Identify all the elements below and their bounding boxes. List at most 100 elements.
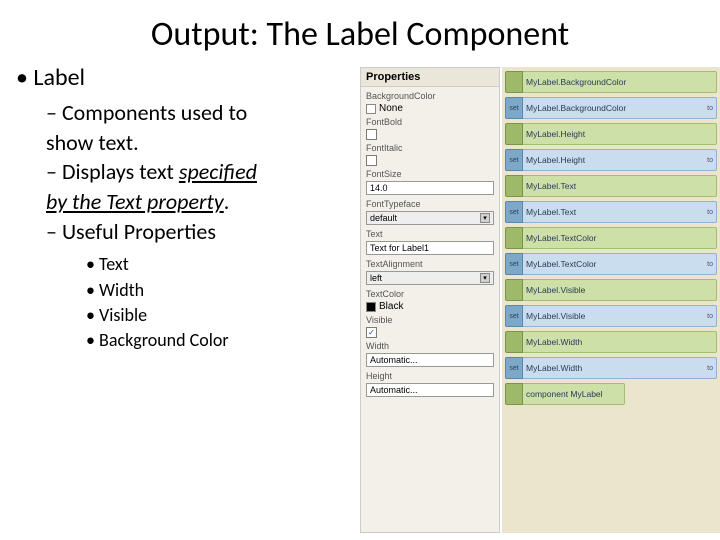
sub-line: Displays text specified <box>46 157 352 187</box>
text-column: Label Components used to show text. Disp… <box>0 63 360 533</box>
emphasis: specified <box>179 158 257 185</box>
setter-block[interactable]: setMyLabel.Textto <box>505 201 717 223</box>
getter-block[interactable]: MyLabel.Text <box>505 175 717 197</box>
puzzle-tab-icon <box>505 227 523 249</box>
typeface-select[interactable]: default▾ <box>366 211 494 225</box>
to-label: to <box>707 105 713 112</box>
dash-icon <box>46 158 62 185</box>
block-label: MyLabel.Visible <box>526 311 585 321</box>
getter-block[interactable]: MyLabel.TextColor <box>505 227 717 249</box>
bullet-label: Label <box>16 63 352 92</box>
block-body: MyLabel.BackgroundColor <box>523 71 717 93</box>
content-row: Label Components used to show text. Disp… <box>0 63 720 533</box>
block-body: MyLabel.BackgroundColor to <box>523 97 717 119</box>
text: . <box>224 188 230 215</box>
text: Displays text <box>62 158 179 185</box>
alignment-select[interactable]: left ▾ <box>366 271 494 285</box>
textcolor-value[interactable]: Black <box>366 301 494 312</box>
text: Components used to <box>62 99 247 126</box>
sub-bullets: Components used to show text. Displays t… <box>16 98 352 246</box>
swatch-icon <box>366 302 376 312</box>
block-label: component MyLabel <box>526 389 603 399</box>
sub-line: Useful Properties <box>46 217 352 247</box>
block-body: MyLabel.Visible to <box>523 305 717 327</box>
blocks-panel: MyLabel.BackgroundColorsetMyLabel.Backgr… <box>502 67 720 533</box>
getter-block[interactable]: MyLabel.BackgroundColor <box>505 71 717 93</box>
block-body: MyLabel.Width <box>523 331 717 353</box>
slide-title: Output: The Label Component <box>0 0 720 63</box>
setter-block[interactable]: setMyLabel.TextColorto <box>505 253 717 275</box>
to-label: to <box>707 313 713 320</box>
setter-block[interactable]: setMyLabel.Visible to <box>505 305 717 327</box>
getter-block[interactable]: MyLabel.Visible <box>505 279 717 301</box>
prop-label: TextColor <box>366 289 494 299</box>
block-label: MyLabel.Visible <box>526 285 585 295</box>
block-label: MyLabel.Height <box>526 155 585 165</box>
setter-block[interactable]: setMyLabel.BackgroundColor to <box>505 97 717 119</box>
text: None <box>379 103 403 114</box>
setter-block[interactable]: setMyLabel.Height to <box>505 149 717 171</box>
list-item: Width <box>86 278 352 303</box>
chevron-down-icon: ▾ <box>480 273 490 283</box>
text: left <box>370 273 382 283</box>
sub-sub-list: Text Width Visible Background Color <box>16 252 352 353</box>
block-label: MyLabel.Width <box>526 337 582 347</box>
emphasis: by the Text property <box>46 188 224 215</box>
block-body: MyLabel.Text <box>523 175 717 197</box>
getter-block[interactable]: component MyLabel <box>505 383 625 405</box>
prop-label: FontBold <box>366 117 494 127</box>
fontbold-checkbox[interactable] <box>366 129 377 140</box>
block-label: MyLabel.Text <box>526 181 576 191</box>
block-label: MyLabel.Width <box>526 363 582 373</box>
block-label: MyLabel.TextColor <box>526 233 596 243</box>
block-body: MyLabel.Height to <box>523 149 717 171</box>
setter-block[interactable]: setMyLabel.Widthto <box>505 357 717 379</box>
puzzle-tab-icon <box>505 383 523 405</box>
getter-block[interactable]: MyLabel.Width <box>505 331 717 353</box>
block-label: MyLabel.Height <box>526 129 585 139</box>
text: default <box>370 213 397 223</box>
prop-label: Text <box>366 229 494 239</box>
prop-label: FontItalic <box>366 143 494 153</box>
text-input[interactable]: Text for Label1 <box>366 241 494 255</box>
text: Useful Properties <box>62 218 216 245</box>
to-label: to <box>707 157 713 164</box>
prop-label: Visible <box>366 315 494 325</box>
puzzle-tab-icon <box>505 279 523 301</box>
to-label: to <box>707 261 713 268</box>
puzzle-tab-icon <box>505 175 523 197</box>
bgcolor-value[interactable]: None <box>366 103 494 114</box>
block-body: MyLabel.TextColor <box>523 227 717 249</box>
fontsize-input[interactable]: 14.0 <box>366 181 494 195</box>
puzzle-tab-icon <box>505 331 523 353</box>
block-body: component MyLabel <box>523 383 625 405</box>
properties-panel: Properties BackgroundColor None FontBold… <box>360 67 500 533</box>
getter-block[interactable]: MyLabel.Height <box>505 123 717 145</box>
list-item: Text <box>86 252 352 277</box>
block-label: MyLabel.Text <box>526 207 576 217</box>
block-body: MyLabel.Widthto <box>523 357 717 379</box>
visible-checkbox[interactable]: ✓ <box>366 327 377 338</box>
width-input[interactable]: Automatic... <box>366 353 494 367</box>
list-item: Background Color <box>86 328 352 353</box>
prop-label: TextAlignment <box>366 259 494 269</box>
block-body: MyLabel.Height <box>523 123 717 145</box>
list-item: Visible <box>86 303 352 328</box>
puzzle-tab-icon <box>505 71 523 93</box>
block-label: MyLabel.TextColor <box>526 259 596 269</box>
puzzle-tab-icon: set <box>505 357 523 379</box>
dash-icon <box>46 99 62 126</box>
block-label: MyLabel.BackgroundColor <box>526 77 626 87</box>
prop-label: Width <box>366 341 494 351</box>
sub-line: Components used to <box>46 98 352 128</box>
block-label: MyLabel.BackgroundColor <box>526 103 626 113</box>
puzzle-tab-icon: set <box>505 149 523 171</box>
block-body: MyLabel.Textto <box>523 201 717 223</box>
sub-line: by the Text property. <box>46 187 352 217</box>
puzzle-tab-icon: set <box>505 305 523 327</box>
block-body: MyLabel.TextColor to <box>523 253 717 275</box>
fontitalic-checkbox[interactable] <box>366 155 377 166</box>
height-input[interactable]: Automatic... <box>366 383 494 397</box>
panels-column: Properties BackgroundColor None FontBold… <box>360 63 720 533</box>
puzzle-tab-icon: set <box>505 97 523 119</box>
